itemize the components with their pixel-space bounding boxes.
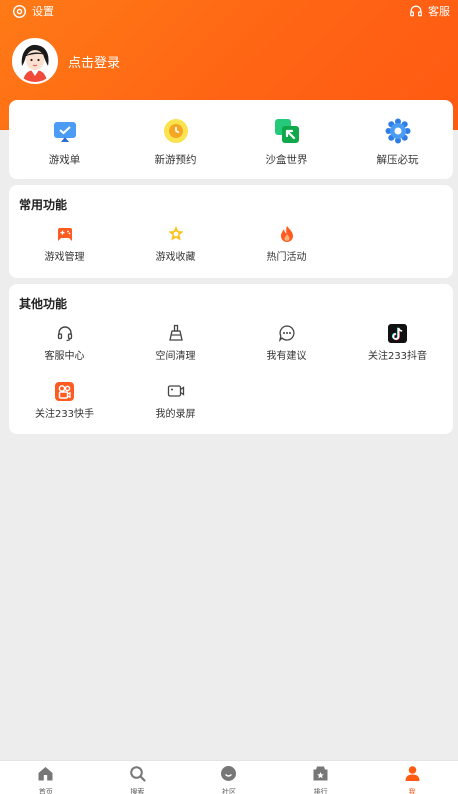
common-functions-grid: 游戏管理 游戏收藏 热门活动	[9, 223, 453, 263]
nav-label: 首页	[38, 788, 53, 794]
quick-entry-sandbox-world[interactable]: 沙盒世界	[231, 116, 342, 167]
login-profile[interactable]: 点击登录	[12, 38, 120, 84]
function-label: 关注233抖音	[367, 351, 428, 362]
function-label: 我有建议	[266, 351, 307, 362]
suggestion-item[interactable]: 我有建议	[231, 322, 342, 362]
common-functions-card: 常用功能 游戏管理 游戏收藏 热门活动	[9, 185, 453, 278]
nav-label: 搜索	[130, 788, 145, 794]
customer-service-button[interactable]: 客服	[409, 3, 450, 19]
nav-search[interactable]: 搜索	[92, 761, 184, 794]
settings-label: 设置	[32, 5, 54, 18]
quick-entry-label: 游戏单	[48, 154, 81, 166]
function-label: 热门活动	[266, 252, 307, 263]
nav-label: 排行	[313, 788, 328, 794]
quick-entry-card: 游戏单 新游预约 沙盒世界 解压必玩	[9, 100, 453, 179]
gamepad-icon	[56, 223, 74, 245]
other-functions-card: 其他功能 客服中心 空间清理 我有建议 关注233抖音 关注233快手 我的录屏	[9, 284, 453, 434]
function-label: 我的录屏	[155, 409, 196, 420]
my-screen-recording-item[interactable]: 我的录屏	[120, 380, 231, 420]
headset-icon	[56, 322, 74, 344]
quick-entry-game-list[interactable]: 游戏单	[9, 116, 120, 167]
clock-icon	[163, 116, 189, 146]
bottom-navigation: 首页 搜索 社区 排行 我	[0, 760, 458, 794]
service-label: 客服	[428, 5, 450, 18]
nav-label: 社区	[221, 788, 236, 794]
other-functions-row-2: 关注233快手 我的录屏	[9, 380, 453, 420]
broom-icon	[167, 322, 185, 344]
game-list-icon	[52, 116, 78, 146]
avatar[interactable]	[12, 38, 58, 84]
game-favorites-item[interactable]: 游戏收藏	[120, 223, 231, 263]
hot-events-item[interactable]: 热门活动	[231, 223, 342, 263]
chat-bubble-icon	[278, 322, 296, 344]
ranking-icon	[312, 765, 329, 786]
nav-community[interactable]: 社区	[183, 761, 275, 794]
section-title: 常用功能	[19, 198, 68, 212]
quick-entry-label: 新游预约	[154, 154, 197, 166]
settings-button[interactable]: 设置	[12, 3, 54, 19]
quick-entry-grid: 游戏单 新游预约 沙盒世界 解压必玩	[9, 116, 453, 167]
function-label: 游戏管理	[44, 252, 85, 263]
tiktok-icon	[388, 322, 407, 344]
nav-label: 我	[408, 788, 416, 794]
section-title: 其他功能	[19, 297, 68, 311]
top-bar: 设置 客服	[0, 0, 458, 22]
video-camera-icon	[167, 380, 185, 402]
game-management-item[interactable]: 游戏管理	[9, 223, 120, 263]
kuaishou-icon	[55, 380, 74, 402]
quick-entry-new-game-booking[interactable]: 新游预约	[120, 116, 231, 167]
quick-entry-stress-relief[interactable]: 解压必玩	[342, 116, 453, 167]
quick-entry-label: 沙盒世界	[265, 154, 308, 166]
function-label: 空间清理	[155, 351, 196, 362]
space-cleanup-item[interactable]: 空间清理	[120, 322, 231, 362]
customer-service-center-item[interactable]: 客服中心	[9, 322, 120, 362]
follow-kuaishou-item[interactable]: 关注233快手	[9, 380, 120, 420]
login-text[interactable]: 点击登录	[68, 52, 120, 71]
home-icon	[37, 765, 54, 786]
function-label: 客服中心	[44, 351, 85, 362]
quick-entry-label: 解压必玩	[376, 154, 419, 166]
other-functions-row-1: 客服中心 空间清理 我有建议 关注233抖音	[9, 322, 453, 362]
gear-flower-icon	[385, 116, 411, 146]
headset-icon	[409, 4, 423, 18]
nav-ranking[interactable]: 排行	[275, 761, 367, 794]
nav-me[interactable]: 我	[366, 761, 458, 794]
follow-douyin-item[interactable]: 关注233抖音	[342, 322, 453, 362]
search-icon	[129, 765, 146, 786]
function-label: 游戏收藏	[155, 252, 196, 263]
community-icon	[220, 765, 237, 786]
star-icon	[167, 223, 185, 245]
nav-home[interactable]: 首页	[0, 761, 92, 794]
fire-icon	[278, 223, 296, 245]
sandbox-arrow-icon	[274, 116, 300, 146]
gear-icon	[12, 4, 27, 19]
function-label: 关注233快手	[34, 409, 95, 420]
person-icon	[404, 765, 421, 786]
